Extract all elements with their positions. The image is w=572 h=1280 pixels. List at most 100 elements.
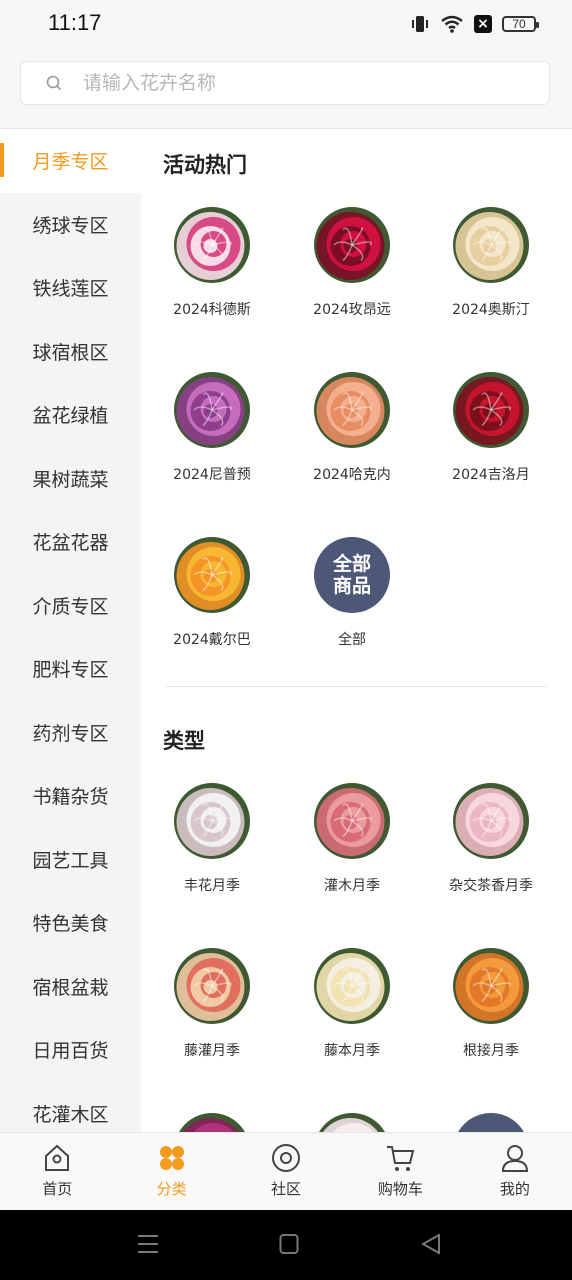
sidebar-item[interactable]: 书籍杂货 [0, 764, 141, 828]
tab-label: 我的 [499, 1180, 530, 1198]
sidebar-item[interactable]: 铁线莲区 [0, 256, 141, 320]
flower-thumbnail [453, 783, 529, 859]
sidebar-item[interactable]: 特色美食 [0, 891, 141, 955]
product-category-item[interactable]: 2024科德斯 [142, 207, 282, 319]
section-title-types: 类型 [163, 729, 205, 753]
tab-community[interactable]: 社区 [229, 1133, 343, 1211]
sidebar-item-label: 宿根盆栽 [32, 976, 109, 999]
status-bar: 11:17 × 70 [0, 0, 572, 50]
product-category-item[interactable]: 杂交茶香月季 [421, 783, 561, 895]
sidebar-item-label: 肥料专区 [32, 659, 109, 682]
sidebar-item-label: 药剂专区 [32, 722, 109, 745]
sidebar-item[interactable]: 肥料专区 [0, 637, 141, 701]
sidebar-item[interactable]: 药剂专区 [0, 701, 141, 765]
tab-category[interactable]: 分类 [114, 1133, 228, 1211]
sidebar-item[interactable]: 月季专区 [0, 129, 141, 193]
home-nav-icon[interactable] [279, 1232, 299, 1256]
item-caption: 灌木月季 [324, 878, 380, 894]
home-icon [45, 1144, 70, 1171]
flower-thumbnail [314, 372, 390, 448]
tab-cart[interactable]: 购物车 [343, 1133, 457, 1211]
sidebar-item[interactable]: 介质专区 [0, 574, 141, 638]
tab-profile[interactable]: 我的 [458, 1133, 572, 1211]
sidebar-item-label: 日用百货 [32, 1040, 109, 1063]
sidebar-item[interactable]: 花盆花器 [0, 510, 141, 574]
cart-icon [387, 1146, 415, 1171]
all-products-item[interactable]: 全部 商品 全部 [282, 537, 422, 649]
sidebar-item-label: 介质专区 [32, 595, 109, 618]
flower-thumbnail [453, 372, 529, 448]
product-category-item[interactable]: 2024戴尔巴 [142, 537, 282, 649]
category-sidebar: 月季专区绣球专区铁线莲区球宿根区盆花绿植果树蔬菜花盆花器介质专区肥料专区药剂专区… [0, 129, 141, 1132]
flower-thumbnail [314, 783, 390, 859]
search-icon [46, 75, 62, 91]
sidebar-item-label: 特色美食 [32, 913, 109, 936]
sidebar-item-label: 果树蔬菜 [32, 468, 109, 491]
search-input[interactable] [81, 71, 505, 95]
category-content: 活动热门 2024科德斯 2024玫昂远 2024奥斯汀 2024尼普预 2024哈克内… [141, 129, 572, 1132]
sidebar-item-label: 书籍杂货 [32, 786, 109, 809]
item-caption: 2024吉洛月 [452, 467, 530, 483]
flower-thumbnail [174, 1113, 250, 1132]
item-caption: 2024科德斯 [173, 302, 251, 318]
sidebar-item[interactable]: 日用百货 [0, 1018, 141, 1082]
sidebar-item[interactable]: 果树蔬菜 [0, 447, 141, 511]
tab-home[interactable]: 首页 [0, 1133, 114, 1211]
tab-label: 社区 [271, 1180, 302, 1198]
flower-thumbnail [453, 948, 529, 1024]
search-box[interactable] [20, 61, 550, 105]
item-caption: 杂交茶香月季 [449, 878, 533, 894]
system-nav-bar [0, 1210, 572, 1280]
category-icon [159, 1146, 184, 1170]
back-icon[interactable] [420, 1232, 442, 1256]
sidebar-item[interactable]: 园艺工具 [0, 828, 141, 892]
flower-thumbnail [174, 207, 250, 283]
product-category-item[interactable]: 2024吉洛月 [421, 372, 561, 484]
product-category-item[interactable]: 灌木月季 [282, 783, 422, 895]
flower-thumbnail [174, 783, 250, 859]
flower-thumbnail [453, 207, 529, 283]
product-category-item[interactable]: 根接月季 [421, 948, 561, 1060]
product-category-item[interactable]: 2024哈克内 [282, 372, 422, 484]
section-title-hot: 活动热门 [163, 153, 247, 177]
sidebar-item-label: 花灌木区 [32, 1103, 109, 1126]
sidebar-item[interactable]: 盆花绿植 [0, 383, 141, 447]
sidebar-item[interactable]: 宿根盆栽 [0, 955, 141, 1019]
product-category-item[interactable]: 2024玫昂远 [282, 207, 422, 319]
sidebar-item[interactable]: 绣球专区 [0, 193, 141, 257]
all-products-badge: 全部 [453, 1113, 529, 1132]
status-icons: × 70 [410, 14, 539, 34]
sidebar-item-label: 月季专区 [32, 151, 109, 174]
flower-thumbnail [314, 1113, 390, 1132]
product-category-item[interactable]: 2024奥斯汀 [421, 207, 561, 319]
item-caption: 丰花月季 [184, 878, 240, 894]
product-category-item[interactable]: 2024尼普预 [142, 372, 282, 484]
product-category-item[interactable] [282, 1113, 422, 1132]
item-caption: 2024哈克内 [313, 467, 391, 483]
sidebar-item-label: 花盆花器 [32, 532, 109, 555]
tab-label: 首页 [42, 1180, 73, 1198]
status-time: 11:17 [48, 10, 102, 35]
sidebar-item-label: 盆花绿植 [32, 405, 109, 428]
sidebar-item-label: 球宿根区 [32, 341, 109, 364]
all-products-item[interactable]: 全部 [421, 1113, 561, 1132]
product-category-item[interactable] [142, 1113, 282, 1132]
item-caption: 藤灌月季 [184, 1043, 240, 1059]
sidebar-item[interactable]: 花灌木区 [0, 1082, 141, 1133]
all-products-badge: 全部 商品 [314, 537, 390, 613]
sidebar-item[interactable]: 球宿根区 [0, 320, 141, 384]
product-category-item[interactable]: 藤灌月季 [142, 948, 282, 1060]
section-divider [166, 686, 547, 687]
item-caption: 2024尼普预 [173, 467, 251, 483]
tab-label: 分类 [156, 1180, 187, 1198]
flower-thumbnail [174, 948, 250, 1024]
product-category-item[interactable]: 丰花月季 [142, 783, 282, 895]
vibrate-icon [412, 16, 428, 32]
product-category-item[interactable]: 藤本月季 [282, 948, 422, 1060]
item-caption: 根接月季 [463, 1043, 519, 1059]
menu-icon[interactable] [137, 1232, 159, 1256]
all-badge-text: 全部 [332, 553, 371, 575]
item-caption: 2024玫昂远 [313, 302, 391, 318]
item-caption: 藤本月季 [324, 1043, 380, 1059]
sidebar-item-label: 铁线莲区 [32, 278, 109, 301]
